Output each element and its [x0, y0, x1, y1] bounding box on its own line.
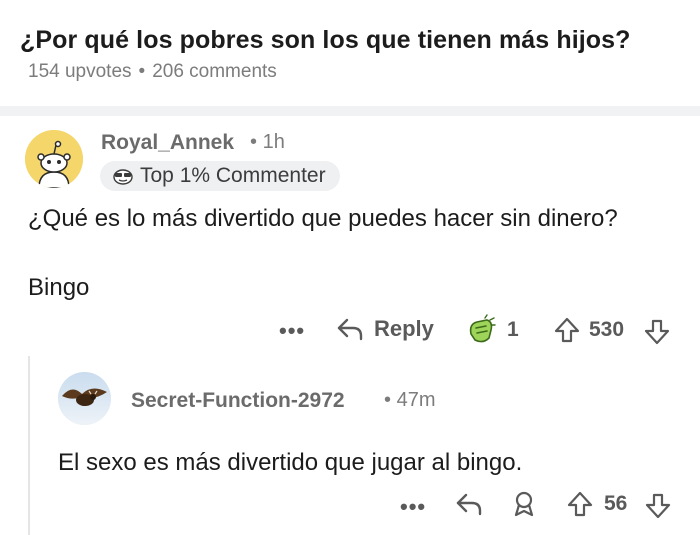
- avatar[interactable]: [58, 372, 111, 425]
- vote-count: 530: [589, 318, 624, 342]
- comment-body-line: Bingo: [28, 274, 90, 301]
- commenter-badge: Top 1% Commenter: [100, 161, 340, 191]
- badge-label: Top 1% Commenter: [140, 164, 326, 187]
- top-commenter-icon: [112, 167, 134, 185]
- meta-separator: •: [138, 61, 146, 82]
- more-options-button[interactable]: •••: [279, 318, 305, 344]
- reply-label: Reply: [374, 316, 434, 341]
- comment-username[interactable]: Secret-Function-2972: [131, 389, 345, 413]
- upvote-button[interactable]: [566, 490, 594, 518]
- post-upvotes: 154 upvotes: [28, 61, 132, 82]
- snoo-avatar-icon: [25, 130, 83, 188]
- comment-time: 1h: [262, 131, 285, 153]
- reply-button[interactable]: Reply: [336, 316, 434, 342]
- award-count: 1: [507, 318, 519, 341]
- downvote-button[interactable]: [644, 492, 672, 520]
- flying-bison-avatar-icon: [58, 372, 111, 425]
- post-title[interactable]: ¿Por qué los pobres son los que tienen m…: [20, 26, 631, 55]
- reply-button[interactable]: [455, 491, 483, 517]
- more-options-button[interactable]: •••: [400, 494, 426, 520]
- post-comments-count[interactable]: 206 comments: [152, 61, 277, 82]
- vote-count: 56: [604, 492, 627, 516]
- reply-arrow-icon: [337, 318, 363, 341]
- reply-arrow-icon: [456, 493, 482, 516]
- award-button[interactable]: [510, 490, 538, 518]
- award-button[interactable]: 1: [465, 314, 519, 346]
- comment-timestamp: • 1h: [250, 131, 285, 154]
- more-options-icon: •••: [400, 494, 427, 519]
- comment-body-line: ¿Qué es lo más divertido que puedes hace…: [28, 205, 618, 232]
- upvote-button[interactable]: [553, 316, 581, 344]
- meta-separator: •: [384, 389, 392, 411]
- vote-score: 56: [604, 492, 628, 515]
- upvote-arrow-icon: [554, 317, 580, 343]
- comment-body: El sexo es más divertido que jugar al bi…: [58, 449, 523, 476]
- downvote-arrow-icon: [644, 319, 670, 345]
- more-options-icon: •••: [279, 318, 306, 343]
- award-icon: [514, 491, 534, 517]
- vote-score: 530: [589, 318, 625, 341]
- thread-line[interactable]: [28, 356, 30, 535]
- post-meta: 154 upvotes • 206 comments: [28, 61, 277, 83]
- section-divider: [0, 106, 700, 116]
- meta-separator: •: [250, 131, 258, 153]
- upvote-arrow-icon: [567, 491, 593, 517]
- post-header: ¿Por qué los pobres son los que tienen m…: [0, 0, 700, 106]
- comment-timestamp: • 47m: [384, 389, 435, 412]
- avatar[interactable]: [25, 130, 83, 188]
- comment-username[interactable]: Royal_Annek: [101, 131, 234, 155]
- award-icon: [469, 314, 496, 343]
- downvote-arrow-icon: [645, 493, 671, 519]
- downvote-button[interactable]: [643, 318, 671, 346]
- comment-time: 47m: [396, 389, 436, 411]
